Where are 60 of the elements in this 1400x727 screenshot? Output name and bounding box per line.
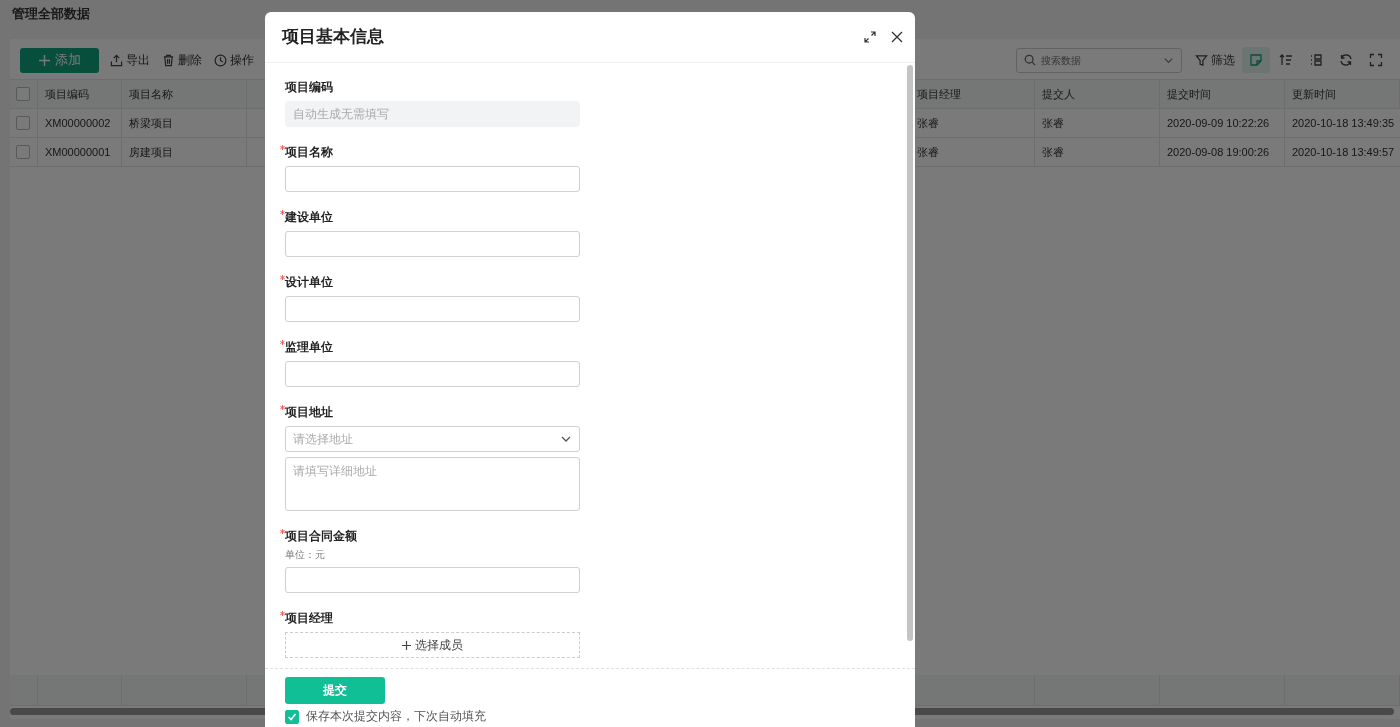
header-checkbox[interactable] <box>16 87 30 101</box>
input-field[interactable] <box>285 296 580 322</box>
submit-button[interactable]: 提交 <box>285 677 385 704</box>
table-cell: 张睿 <box>1042 144 1064 160</box>
close-icon[interactable] <box>891 31 903 43</box>
column-header: 项目编码 <box>45 86 89 102</box>
plus-icon <box>38 54 50 66</box>
address-select[interactable]: 请选择地址 <box>285 426 580 452</box>
checkbox-label: 保存本次提交内容，下次自动填充 <box>306 709 486 724</box>
input-field[interactable] <box>285 166 580 192</box>
table-cell: 房建项目 <box>129 144 173 160</box>
field-label: 项目名称 <box>285 145 333 160</box>
table-cell: 2020-09-08 19:00:26 <box>1167 146 1270 158</box>
table-cell: 张睿 <box>917 144 939 160</box>
input-field[interactable] <box>285 361 580 387</box>
export-button[interactable]: 导出 <box>105 51 155 69</box>
field-hint: 单位：元 <box>285 548 325 562</box>
table-cell: 2020-10-18 13:49:35 <box>1292 117 1395 129</box>
expand-icon[interactable] <box>864 31 876 43</box>
clock-icon <box>214 53 227 67</box>
table-cell: 2020-10-18 13:49:57 <box>1292 146 1395 158</box>
field-label: 项目地址 <box>285 405 333 420</box>
filter-button[interactable]: 筛选 <box>1190 51 1240 69</box>
select-member-button[interactable]: 选择成员 <box>285 632 580 658</box>
table-cell: 桥梁项目 <box>129 115 173 131</box>
field-label: 建设单位 <box>285 210 333 225</box>
column-header: 提交时间 <box>1167 86 1211 102</box>
delete-button[interactable]: 删除 <box>157 51 207 69</box>
note-icon[interactable] <box>1242 47 1270 73</box>
checkbox[interactable] <box>285 709 299 724</box>
upload-icon <box>110 53 123 67</box>
row-checkbox[interactable] <box>16 145 30 159</box>
history-button[interactable]: 操作 <box>209 51 259 69</box>
column-header: 更新时间 <box>1292 86 1336 102</box>
input-field[interactable] <box>285 231 580 257</box>
search-icon <box>1024 53 1036 66</box>
table-cell: XM00000001 <box>45 146 111 158</box>
address-textarea[interactable]: 请填写详细地址 <box>285 457 580 511</box>
add-button[interactable]: 添加 <box>20 47 99 73</box>
table-cell: 2020-09-09 10:22:26 <box>1167 117 1270 129</box>
input-field[interactable] <box>285 567 580 593</box>
field-label: 项目合同金额 <box>285 528 357 544</box>
page-title: 管理全部数据 <box>11 6 91 23</box>
table-cell: 张睿 <box>917 115 939 131</box>
dialog-title: 项目基本信息 <box>282 26 385 47</box>
field-label: 设计单位 <box>285 275 333 290</box>
column-header: 提交人 <box>1042 86 1075 102</box>
field-label: 项目编码 <box>285 80 333 95</box>
scrollbar[interactable] <box>907 65 913 641</box>
column-header: 项目名称 <box>129 86 173 102</box>
row-checkbox[interactable] <box>16 116 30 130</box>
filter-icon <box>1195 53 1208 67</box>
input-field: 自动生成无需填写 <box>285 101 580 127</box>
plus-icon <box>402 640 411 650</box>
table-cell: 张睿 <box>1042 115 1064 131</box>
field-label: 项目经理 <box>285 611 333 626</box>
table-cell: XM00000002 <box>45 117 111 129</box>
column-header: 项目经理 <box>917 86 961 102</box>
trash-icon <box>162 53 175 67</box>
field-label: 监理单位 <box>285 340 333 355</box>
